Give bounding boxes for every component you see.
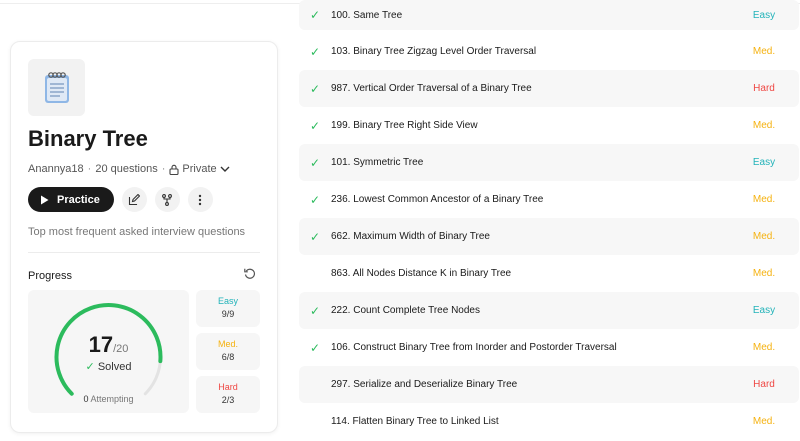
difficulty-label: Med. [752, 342, 776, 353]
total-count: /20 [113, 343, 129, 355]
check-icon: ✓ [85, 361, 95, 373]
practice-button[interactable]: Practice [28, 187, 114, 212]
problem-row[interactable]: ✓ 236. Lowest Common Ancestor of a Binary… [299, 181, 799, 218]
problem-row[interactable]: ✓ 987. Vertical Order Traversal of a Bina… [299, 70, 799, 107]
play-icon [41, 195, 49, 204]
problem-title[interactable]: 662. Maximum Width of Binary Tree [331, 231, 729, 242]
section-divider [28, 252, 260, 253]
progress-ring-panel: 17/20 ✓ Solved 0 Attempting [28, 290, 189, 413]
easy-label: Easy [217, 296, 238, 306]
solved-check-icon: ✓ [309, 303, 321, 318]
problem-title[interactable]: 101. Symmetric Tree [331, 157, 729, 168]
solved-check-icon: ✓ [309, 192, 321, 207]
problem-row[interactable]: 297. Serialize and Deserialize Binary Tr… [299, 366, 799, 403]
reset-icon[interactable] [243, 267, 257, 281]
list-description: Top most frequent asked interview questi… [28, 226, 246, 238]
list-info-card: Binary Tree Anannya18 · 20 questions · P… [10, 41, 278, 433]
problem-title[interactable]: 100. Same Tree [331, 10, 729, 21]
problem-title[interactable]: 106. Construct Binary Tree from Inorder … [331, 342, 729, 353]
lock-icon [169, 164, 179, 175]
easy-value: 9/9 [221, 309, 235, 319]
solved-check-icon: ✓ [309, 81, 321, 96]
chevron-down-icon [220, 166, 230, 172]
difficulty-label: Med. [752, 231, 776, 242]
medium-label: Med. [217, 339, 238, 349]
solved-count: 17 [88, 332, 114, 357]
notepad-icon [28, 59, 85, 116]
edit-icon [129, 193, 141, 205]
problem-title[interactable]: 103. Binary Tree Zigzag Level Order Trav… [331, 46, 729, 57]
difficulty-label: Med. [752, 46, 776, 57]
problem-row[interactable]: ✓ 100. Same Tree Easy [299, 0, 799, 30]
hard-progress-box: Hard 2/3 [196, 376, 260, 413]
medium-value: 6/8 [221, 352, 235, 362]
problem-row[interactable]: 114. Flatten Binary Tree to Linked List M… [299, 403, 799, 440]
hard-value: 2/3 [221, 395, 235, 405]
fork-icon [162, 193, 173, 206]
hard-label: Hard [218, 382, 238, 392]
list-title: Binary Tree [28, 126, 148, 151]
edit-button[interactable] [121, 187, 147, 212]
solved-check-icon: ✓ [309, 118, 321, 133]
problem-title[interactable]: 297. Serialize and Deserialize Binary Tr… [331, 379, 729, 390]
solved-check-icon: ✓ [309, 8, 321, 22]
problem-title[interactable]: 863. All Nodes Distance K in Binary Tree [331, 268, 729, 279]
problem-row[interactable]: ✓ 222. Count Complete Tree Nodes Easy [299, 292, 799, 329]
problem-title[interactable]: 987. Vertical Order Traversal of a Binar… [331, 83, 729, 94]
difficulty-label: Med. [752, 194, 776, 205]
medium-progress-box: Med. 6/8 [196, 333, 260, 370]
problem-row[interactable]: ✓ 662. Maximum Width of Binary Tree Med. [299, 218, 799, 255]
problem-row[interactable]: 863. All Nodes Distance K in Binary Tree… [299, 255, 799, 292]
difficulty-label: Hard [753, 379, 775, 390]
attempting-label: Attempting [90, 394, 134, 404]
solved-label: Solved [97, 361, 132, 373]
problem-row[interactable]: ✓ 106. Construct Binary Tree from Inorder… [299, 329, 799, 366]
visibility-label: Private [182, 163, 217, 175]
solved-check-icon: ✓ [309, 229, 321, 244]
difficulty-label: Hard [753, 83, 775, 94]
practice-label: Practice [57, 193, 100, 206]
easy-progress-box: Easy 9/9 [196, 290, 260, 327]
difficulty-label: Easy [752, 157, 776, 168]
fork-button[interactable] [154, 187, 180, 212]
solved-check-icon: ✓ [309, 340, 321, 355]
author-name[interactable]: Anannya18 [28, 163, 84, 175]
solved-check-icon: ✓ [309, 44, 321, 59]
progress-label: Progress [28, 270, 73, 282]
question-count: 20 questions [95, 163, 158, 175]
problem-row[interactable]: ✓ 199. Binary Tree Right Side View Med. [299, 107, 799, 144]
difficulty-label: Med. [752, 268, 776, 279]
difficulty-label: Easy [752, 305, 776, 316]
difficulty-label: Easy [752, 9, 776, 21]
list-meta: Anannya18 · 20 questions · Private [28, 163, 230, 175]
difficulty-label: Med. [752, 120, 776, 131]
problem-title[interactable]: 222. Count Complete Tree Nodes [331, 305, 729, 316]
problem-title[interactable]: 236. Lowest Common Ancestor of a Binary … [331, 194, 729, 205]
problem-title[interactable]: 114. Flatten Binary Tree to Linked List [331, 416, 729, 427]
problem-row[interactable]: ✓ 101. Symmetric Tree Easy [299, 144, 799, 181]
solved-check-icon: ✓ [309, 155, 321, 170]
problem-title[interactable]: 199. Binary Tree Right Side View [331, 120, 729, 131]
visibility-dropdown[interactable]: Private [169, 163, 230, 175]
more-options-button[interactable] [187, 187, 213, 212]
more-vertical-icon [199, 194, 202, 205]
difficulty-label: Med. [752, 416, 776, 427]
attempting-count: 0 [83, 394, 89, 404]
problem-row[interactable]: ✓ 103. Binary Tree Zigzag Level Order Tra… [299, 33, 799, 70]
